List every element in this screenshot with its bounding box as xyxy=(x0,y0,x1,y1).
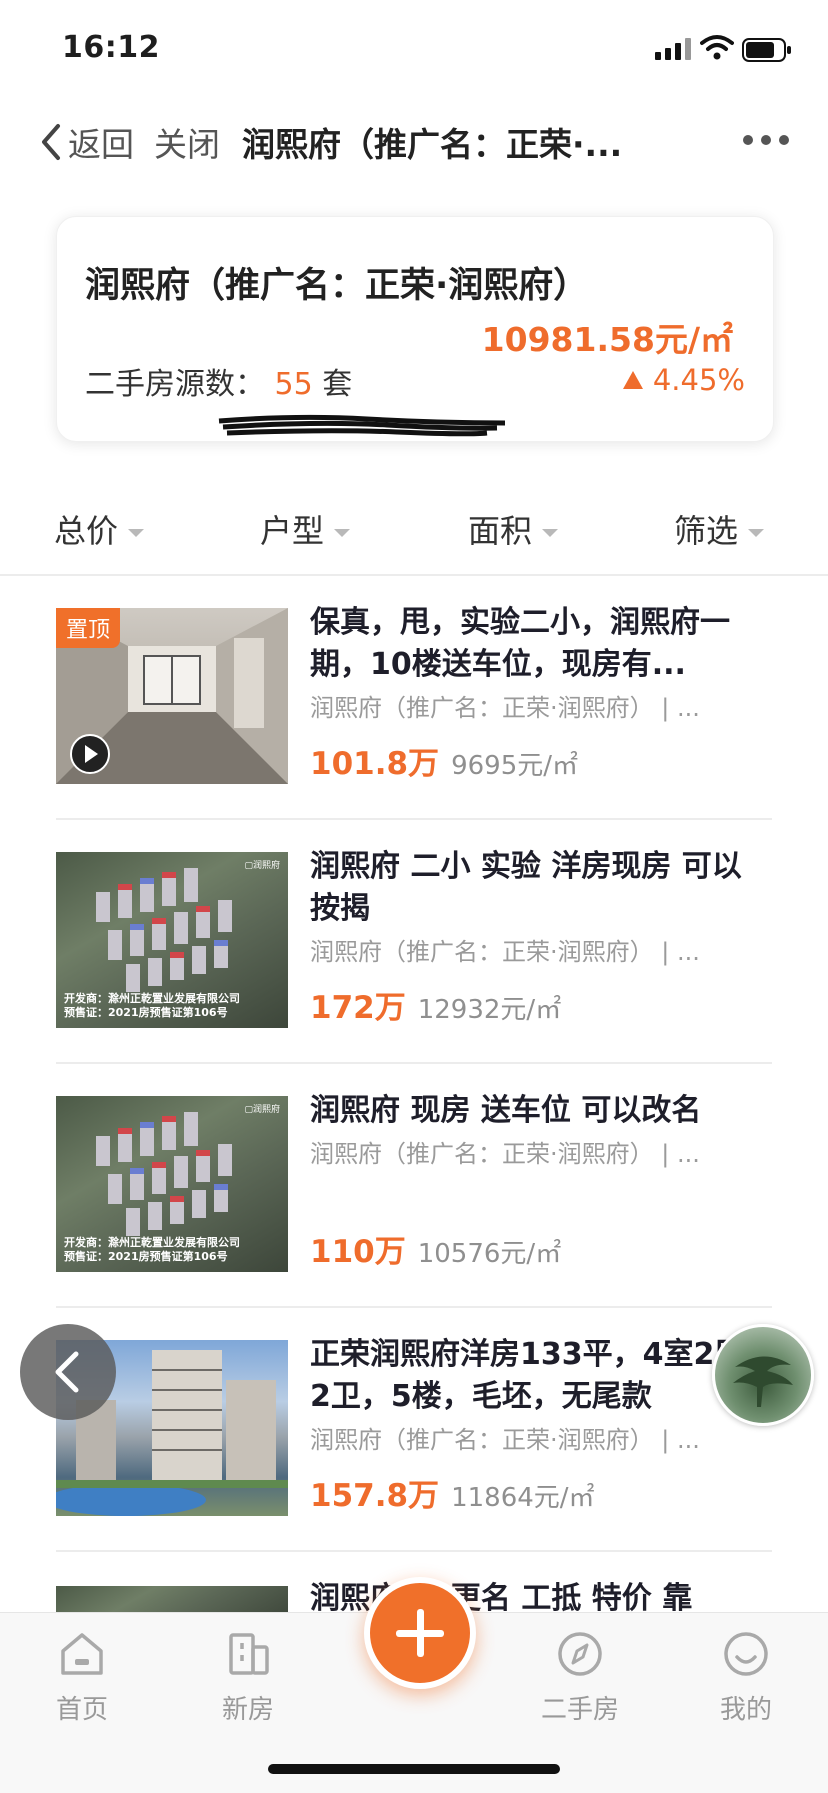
status-time: 16:12 xyxy=(62,30,160,65)
filter-label: 户型 xyxy=(260,512,325,550)
caret-down-icon xyxy=(542,529,559,537)
more-icon[interactable] xyxy=(742,134,790,146)
pinned-badge: 置顶 xyxy=(56,608,121,648)
listing-community: 润熙府（推广名：正荣·润熙府） | ... xyxy=(310,1140,700,1168)
filter-label: 筛选 xyxy=(674,512,739,550)
listing-item[interactable]: 置顶 保真，甩，实验二小，润熙府一期，10楼送车位，现房有... 润熙府（推广名… xyxy=(56,574,772,820)
photo-caption-line: 开发商：滁州正乾置业发展有限公司 xyxy=(64,992,240,1005)
tab-new-homes[interactable]: 新房 xyxy=(188,1629,308,1726)
price-change: 4.45% xyxy=(622,363,745,397)
photo-caption-line: 预售证：2021房预售证第106号 xyxy=(64,1006,228,1019)
listing-community: 润熙府（推广名：正荣·润熙府） | ... xyxy=(310,938,700,966)
unit-price: 11864元/㎡ xyxy=(451,1483,595,1513)
caret-down-icon xyxy=(748,529,765,537)
home-indicator xyxy=(268,1764,560,1774)
building-icon xyxy=(229,1633,269,1675)
compass-icon xyxy=(558,1632,602,1676)
filter-more[interactable]: 筛选 xyxy=(674,506,765,552)
chevron-left-icon xyxy=(55,1351,79,1393)
total-price: 157.8万 xyxy=(310,1478,440,1514)
price-change-value: 4.45% xyxy=(652,363,745,397)
listing-title: 润熙府 二小 实验 洋房现房 可以按揭 xyxy=(310,849,742,926)
unit-price: 10576元/㎡ xyxy=(417,1239,562,1269)
listing-count-unit: 套 xyxy=(322,367,353,402)
pine-tree-icon xyxy=(733,1356,793,1407)
total-price: 101.8万 xyxy=(310,746,440,782)
filter-label: 总价 xyxy=(54,512,119,550)
page-title: 润熙府（推广名：正荣·... xyxy=(242,125,623,164)
play-icon[interactable] xyxy=(70,734,110,774)
caret-down-icon xyxy=(128,529,145,537)
profile-smile-icon xyxy=(724,1632,768,1676)
listing-count-label: 二手房源数： xyxy=(85,367,265,402)
listing-community: 润熙府（推广名：正荣·润熙府） | ... xyxy=(310,694,700,722)
close-button[interactable]: 关闭 xyxy=(154,118,220,166)
listing-price: 101.8万 9695元/㎡ xyxy=(310,738,578,783)
tab-label: 首页 xyxy=(55,1695,108,1725)
listing-photo: ▢润熙府 开发商：滁州正乾置业发展有限公司 预售证：2021房预售证第106号 xyxy=(56,852,288,1028)
listing-photo: ▢润熙府 开发商：滁州正乾置业发展有限公司 预售证：2021房预售证第106号 xyxy=(56,1096,288,1272)
tab-label: 二手房 xyxy=(540,1695,619,1725)
wifi-icon xyxy=(700,35,734,60)
total-price: 172万 xyxy=(310,990,406,1026)
nav-bar: 返回 关闭 润熙府（推广名：正荣·... xyxy=(0,100,828,184)
home-icon xyxy=(61,1633,103,1675)
filter-total-price[interactable]: 总价 xyxy=(54,506,145,552)
listing-title: 润熙府 现房 送车位 可以改名 xyxy=(310,1093,702,1128)
battery-icon xyxy=(742,38,791,62)
trend-up-icon xyxy=(622,371,643,389)
community-name: 润熙府（推广名：正荣·润熙府） xyxy=(85,266,589,306)
listing-title: 保真，甩，实验二小，润熙府一期，10楼送车位，现房有... xyxy=(310,605,730,682)
developer-logo: ▢润熙府 xyxy=(244,861,280,871)
filter-label: 面积 xyxy=(468,512,533,550)
listing-photo: 置顶 xyxy=(56,608,288,784)
caret-down-icon xyxy=(334,529,351,537)
listing-item[interactable]: 正荣润熙府洋房133平，4室2厅2卫，5楼，毛坯，无尾款 润熙府（推广名：正荣·… xyxy=(56,1306,772,1552)
listing-community: 润熙府（推广名：正荣·润熙府） | ... xyxy=(310,1426,700,1454)
listing-price: 172万 12932元/㎡ xyxy=(310,982,561,1027)
listing-item[interactable]: ▢润熙府 开发商：滁州正乾置业发展有限公司 预售证：2021房预售证第106号 润… xyxy=(56,1062,772,1308)
floating-avatar[interactable] xyxy=(712,1324,814,1426)
listing-price: 110万 10576元/㎡ xyxy=(310,1226,561,1271)
chevron-left-icon[interactable] xyxy=(38,122,62,162)
redaction-scribble xyxy=(218,414,506,437)
signal-icon xyxy=(655,38,691,60)
unit-price: 12932元/㎡ xyxy=(417,995,562,1025)
filter-layout[interactable]: 户型 xyxy=(260,506,351,552)
listing-item[interactable]: ▢润熙府 开发商：滁州正乾置业发展有限公司 预售证：2021房预售证第106号 润… xyxy=(56,818,772,1064)
filter-bar: 总价 户型 面积 筛选 xyxy=(0,498,828,576)
tab-label: 新房 xyxy=(221,1695,274,1725)
add-button[interactable] xyxy=(364,1577,476,1689)
developer-logo: ▢润熙府 xyxy=(244,1105,280,1115)
tab-profile[interactable]: 我的 xyxy=(686,1629,806,1726)
photo-caption: 开发商：滁州正乾置业发展有限公司 预售证：2021房预售证第106号 xyxy=(64,992,240,1020)
listing-price: 157.8万 11864元/㎡ xyxy=(310,1470,595,1515)
listing-count: 二手房源数： 55 套 xyxy=(85,359,352,403)
listing-title: 正荣润熙府洋房133平，4室2厅2卫，5楼，毛坯，无尾款 xyxy=(310,1337,745,1414)
photo-caption-line: 开发商：滁州正乾置业发展有限公司 xyxy=(64,1236,240,1249)
back-button[interactable]: 返回 xyxy=(68,118,134,166)
average-price: 10981.58元/㎡ xyxy=(481,320,733,359)
total-price: 110万 xyxy=(310,1234,406,1270)
filter-area[interactable]: 面积 xyxy=(468,506,559,552)
photo-caption: 开发商：滁州正乾置业发展有限公司 预售证：2021房预售证第106号 xyxy=(64,1236,240,1264)
unit-price: 9695元/㎡ xyxy=(451,751,578,781)
community-summary-card[interactable]: 润熙府（推广名：正荣·润熙府） 10981.58元/㎡ 二手房源数： 55 套 … xyxy=(56,216,774,442)
floating-back-button[interactable] xyxy=(20,1324,116,1420)
tab-label: 我的 xyxy=(719,1695,772,1725)
tab-second-hand[interactable]: 二手房 xyxy=(520,1629,640,1726)
photo-caption-line: 预售证：2021房预售证第106号 xyxy=(64,1250,228,1263)
tab-home[interactable]: 首页 xyxy=(22,1629,142,1726)
listing-count-value: 55 xyxy=(274,367,313,402)
